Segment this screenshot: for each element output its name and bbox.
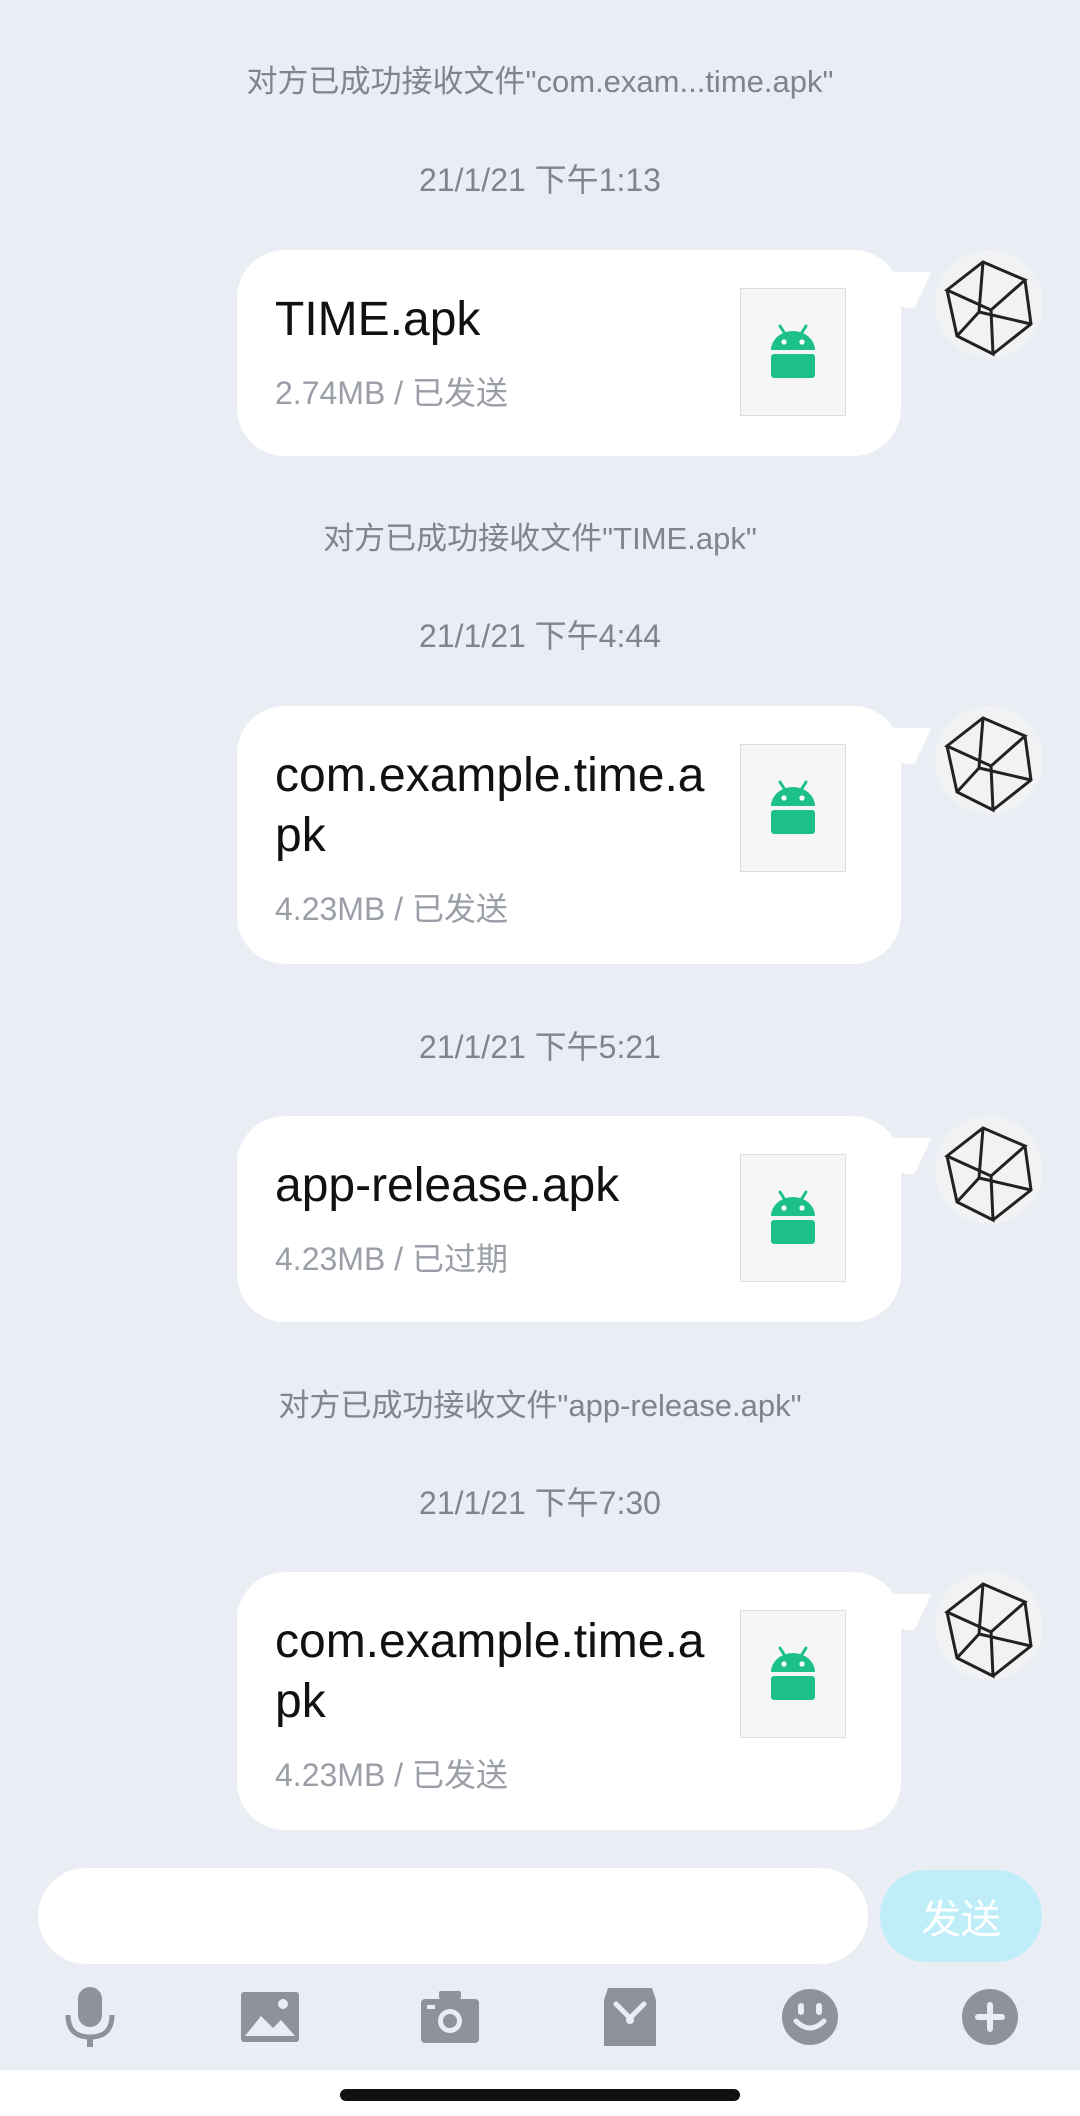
file-name: app-release.apk <box>275 1159 620 1212</box>
timestamp: 21/1/21 下午4:44 <box>419 618 661 654</box>
file-message[interactable]: TIME.apk 2.74MB / 已发送 <box>237 250 932 456</box>
apk-thumbnail <box>740 288 846 416</box>
file-meta: 4.23MB / 已发送 <box>275 891 508 927</box>
cube-avatar-icon <box>944 260 1033 357</box>
apk-thumbnail <box>740 1610 846 1738</box>
file-transfer-icon[interactable] <box>598 1985 662 2049</box>
system-notice: 对方已成功接收文件"com.exam...time.apk" <box>246 64 834 99</box>
file-name: TIME.apk <box>275 293 481 346</box>
microphone-icon[interactable] <box>58 1985 122 2049</box>
file-name: com.example.time.apk <box>275 1615 705 1728</box>
file-message[interactable]: com.example.time.apk 4.23MB / 已发送 <box>237 1572 932 1830</box>
camera-icon[interactable] <box>418 1985 482 2049</box>
image-icon[interactable] <box>238 1985 302 2049</box>
timestamp: 21/1/21 下午1:13 <box>419 162 661 198</box>
file-meta: 4.23MB / 已发送 <box>275 1757 508 1793</box>
android-icon <box>771 1190 815 1244</box>
avatar[interactable] <box>935 706 1043 814</box>
file-message[interactable]: app-release.apk 4.23MB / 已过期 <box>237 1116 932 1322</box>
avatar[interactable] <box>935 250 1043 358</box>
cube-avatar-icon <box>944 716 1033 813</box>
apk-thumbnail <box>740 744 846 872</box>
file-meta: 2.74MB / 已发送 <box>275 375 508 411</box>
system-notice: 对方已成功接收文件"TIME.apk" <box>323 521 757 556</box>
system-notice: 对方已成功接收文件"app-release.apk" <box>278 1388 802 1423</box>
android-icon <box>771 324 815 378</box>
apk-thumbnail <box>740 1154 846 1282</box>
message-input[interactable] <box>38 1868 868 1964</box>
avatar[interactable] <box>935 1572 1043 1680</box>
file-meta: 4.23MB / 已过期 <box>275 1241 508 1277</box>
home-indicator[interactable] <box>340 2089 740 2101</box>
timestamp: 21/1/21 下午5:21 <box>419 1029 661 1065</box>
cube-avatar-icon <box>944 1582 1033 1679</box>
file-message[interactable]: com.example.time.apk 4.23MB / 已发送 <box>237 706 932 964</box>
android-icon <box>771 1646 815 1700</box>
cube-avatar-icon <box>944 1126 1033 1223</box>
file-name: com.example.time.apk <box>275 749 705 862</box>
send-button[interactable]: 发送 <box>880 1870 1042 1962</box>
avatar[interactable] <box>935 1116 1043 1224</box>
plus-icon[interactable] <box>958 1985 1022 2049</box>
emoji-icon[interactable] <box>778 1985 842 2049</box>
timestamp: 21/1/21 下午7:30 <box>419 1485 661 1521</box>
android-icon <box>771 780 815 834</box>
